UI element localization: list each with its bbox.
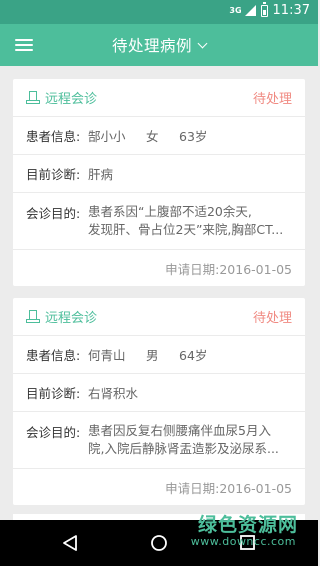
battery-icon — [260, 2, 268, 17]
diagnosis-value: 右肾积水 — [88, 386, 139, 401]
patient-info-row: 患者信息: 何青山 男 64岁 — [13, 336, 305, 374]
case-card[interactable]: 远程会诊 待处理 患者信息: 何青山 男 64岁 目前诊断: 右肾积水 会诊目的… — [13, 298, 305, 505]
title-dropdown[interactable]: 待处理病例 — [0, 24, 318, 66]
status-bar: 3G 11:37 — [0, 0, 318, 24]
consult-icon — [26, 90, 40, 105]
clock: 11:37 — [272, 3, 310, 18]
status-badge: 待处理 — [252, 311, 292, 326]
apply-date: 申请日期:2016-01-05 — [165, 261, 292, 277]
diagnosis-row: 目前诊断: 肝病 — [13, 155, 305, 193]
purpose-line: 患者因反复右侧腰痛伴血尿5月入 — [88, 423, 271, 438]
watermark-url: www.downcc.com — [190, 535, 296, 548]
app-bar: 待处理病例 — [0, 24, 318, 66]
purpose-line: 患者系因“上腹部不适20余天, — [88, 204, 252, 219]
patient-name: 何青山 — [88, 348, 126, 363]
patient-gender: 女 — [146, 129, 159, 144]
consult-icon — [26, 309, 40, 324]
page-title: 待处理病例 — [111, 37, 192, 55]
card-header: 远程会诊 待处理 — [13, 298, 305, 336]
card-header: 远程会诊 待处理 — [13, 79, 305, 117]
patient-gender: 男 — [146, 348, 159, 363]
status-badge: 待处理 — [252, 92, 292, 107]
diagnosis-label: 目前诊断: — [26, 167, 81, 182]
purpose-value: 患者系因“上腹部不适20余天, 发现肝、骨占位2天”来院,胸部CT... — [88, 203, 288, 239]
patient-info-row: 患者信息: 郜小小 女 63岁 — [13, 117, 305, 155]
purpose-label: 会诊目的: — [26, 206, 81, 221]
patient-age: 63岁 — [179, 129, 208, 144]
chevron-down-icon — [197, 38, 208, 48]
purpose-value: 患者因反复右侧腰痛伴血尿5月入 院,入院后静脉肾盂造影及泌尿系... — [88, 422, 288, 458]
purpose-line: 发现肝、骨占位2天”来院,胸部CT... — [88, 222, 284, 237]
patient-age: 64岁 — [179, 348, 208, 363]
diagnosis-value: 肝病 — [88, 167, 114, 182]
watermark-logo: 绿色资源网 — [197, 514, 298, 536]
back-icon[interactable] — [62, 534, 78, 556]
diagnosis-label: 目前诊断: — [26, 386, 81, 401]
case-type: 远程会诊 — [45, 311, 98, 326]
purpose-line: 院,入院后静脉肾盂造影及泌尿系... — [88, 441, 279, 456]
purpose-row: 会诊目的: 患者因反复右侧腰痛伴血尿5月入 院,入院后静脉肾盂造影及泌尿系... — [13, 412, 305, 469]
home-icon[interactable] — [150, 534, 168, 556]
patient-info-label: 患者信息: — [26, 129, 81, 144]
case-card[interactable]: 远程会诊 待处理 患者信息: 郜小小 女 63岁 目前诊断: 肝病 会诊目的: … — [13, 79, 305, 286]
signal-icon — [244, 5, 256, 16]
diagnosis-row: 目前诊断: 右肾积水 — [13, 374, 305, 412]
case-type: 远程会诊 — [45, 92, 98, 107]
apply-date: 申请日期:2016-01-05 — [165, 480, 292, 496]
purpose-label: 会诊目的: — [26, 425, 81, 440]
purpose-row: 会诊目的: 患者系因“上腹部不适20余天, 发现肝、骨占位2天”来院,胸部CT.… — [13, 193, 305, 250]
patient-name: 郜小小 — [88, 129, 126, 144]
network-type: 3G — [229, 6, 242, 15]
patient-info-label: 患者信息: — [26, 348, 81, 363]
